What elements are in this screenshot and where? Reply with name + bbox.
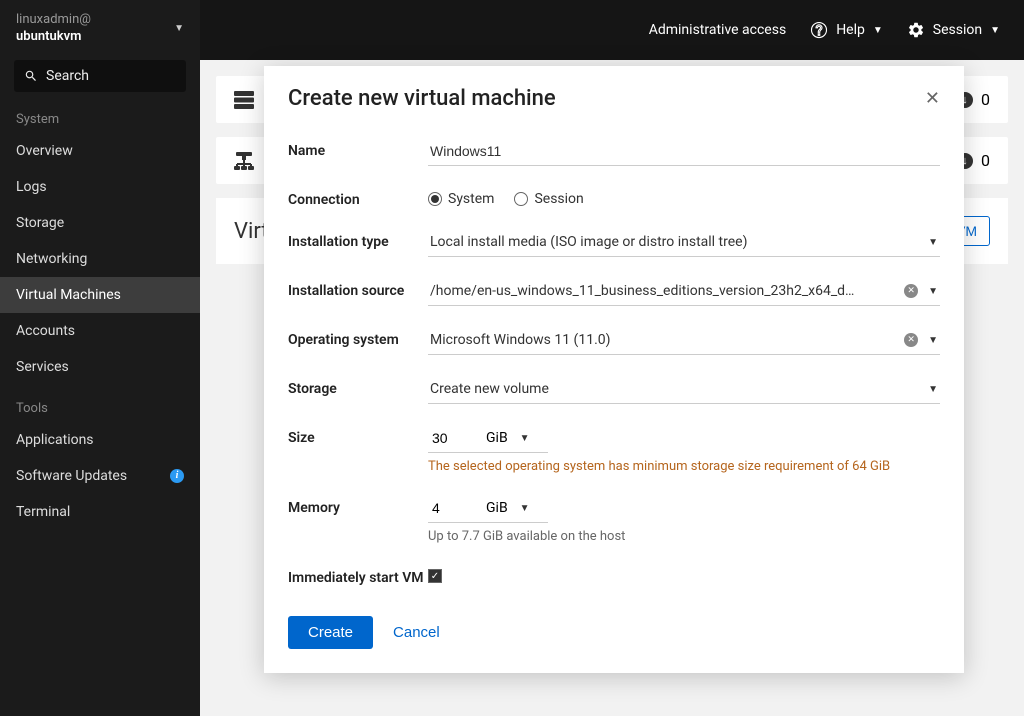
install-source-select[interactable]: /home/en-us_windows_11_business_editions… xyxy=(428,277,940,306)
clear-icon[interactable]: ✕ xyxy=(904,333,918,347)
chevron-down-icon: ▼ xyxy=(873,25,883,36)
install-source-label: Installation source xyxy=(288,277,428,299)
connection-label: Connection xyxy=(288,186,428,208)
create-vm-modal: Create new virtual machine ✕ Name Connec… xyxy=(264,66,964,673)
session-menu[interactable]: Session ▼ xyxy=(907,21,1000,39)
sidebar-item-applications[interactable]: Applications xyxy=(0,422,200,458)
sidebar-item-virtual-machines[interactable]: Virtual Machines xyxy=(0,277,200,313)
chevron-down-icon: ▼ xyxy=(928,335,938,346)
search-icon xyxy=(24,69,38,83)
sidebar-item-storage[interactable]: Storage xyxy=(0,205,200,241)
sidebar-item-overview[interactable]: Overview xyxy=(0,133,200,169)
size-label: Size xyxy=(288,424,428,446)
sidebar-item-accounts[interactable]: Accounts xyxy=(0,313,200,349)
radio-checked-icon xyxy=(428,192,442,206)
memory-hint: Up to 7.7 GiB available on the host xyxy=(428,529,940,544)
connection-session-radio[interactable]: Session xyxy=(514,191,583,207)
search-button[interactable]: Search xyxy=(14,60,186,92)
close-button[interactable]: ✕ xyxy=(925,88,940,109)
os-label: Operating system xyxy=(288,326,428,348)
memory-input[interactable] xyxy=(428,494,478,522)
sidebar-item-networking[interactable]: Networking xyxy=(0,241,200,277)
name-label: Name xyxy=(288,137,428,159)
chevron-down-icon: ▼ xyxy=(520,433,530,444)
install-type-label: Installation type xyxy=(288,228,428,250)
install-type-select[interactable]: Local install media (ISO image or distro… xyxy=(428,228,940,257)
sidebar-item-software-updates[interactable]: Software Updates i xyxy=(0,458,200,494)
network-icon xyxy=(234,152,254,170)
immediate-start-checkbox[interactable]: ✓ xyxy=(428,569,442,583)
section-tools-label: Tools xyxy=(0,395,200,422)
chevron-down-icon: ▼ xyxy=(928,286,938,297)
question-icon xyxy=(810,21,828,39)
size-unit-select[interactable]: GiB ▼ xyxy=(478,424,538,452)
chevron-down-icon: ▼ xyxy=(990,25,1000,36)
connection-system-radio[interactable]: System xyxy=(428,191,494,207)
host-selector[interactable]: linuxadmin@ ubuntukvm ▼ xyxy=(0,0,200,60)
section-system-label: System xyxy=(0,106,200,133)
name-input[interactable] xyxy=(428,137,940,166)
stat-count: 0 xyxy=(981,90,990,109)
modal-title: Create new virtual machine xyxy=(288,86,556,111)
cancel-button[interactable]: Cancel xyxy=(393,624,440,641)
chevron-down-icon: ▼ xyxy=(174,23,184,34)
size-warning: The selected operating system has minimu… xyxy=(428,459,940,474)
admin-access-button[interactable]: Administrative access xyxy=(649,22,786,38)
help-menu[interactable]: Help ▼ xyxy=(810,21,883,39)
stat-count: 0 xyxy=(981,151,990,170)
info-icon: i xyxy=(170,469,184,483)
storage-select[interactable]: Create new volume ▼ xyxy=(428,375,940,404)
sidebar-item-logs[interactable]: Logs xyxy=(0,169,200,205)
size-input[interactable] xyxy=(428,424,478,452)
clear-icon[interactable]: ✕ xyxy=(904,284,918,298)
sidebar-item-terminal[interactable]: Terminal xyxy=(0,494,200,530)
close-icon: ✕ xyxy=(925,88,940,108)
memory-unit-select[interactable]: GiB ▼ xyxy=(478,494,538,522)
server-icon xyxy=(234,91,254,109)
topbar: Administrative access Help ▼ Session ▼ xyxy=(200,0,1024,60)
chevron-down-icon: ▼ xyxy=(928,237,938,248)
chevron-down-icon: ▼ xyxy=(928,384,938,395)
search-label: Search xyxy=(46,68,89,84)
sidebar-item-services[interactable]: Services xyxy=(0,349,200,385)
memory-label: Memory xyxy=(288,494,428,516)
gear-icon xyxy=(907,21,925,39)
storage-label: Storage xyxy=(288,375,428,397)
os-select[interactable]: Microsoft Windows 11 (11.0) ✕ ▼ xyxy=(428,326,940,355)
host-name-label: linuxadmin@ ubuntukvm xyxy=(16,12,91,46)
create-button[interactable]: Create xyxy=(288,616,373,649)
sidebar: linuxadmin@ ubuntukvm ▼ Search System Ov… xyxy=(0,0,200,716)
immediate-label: Immediately start VM xyxy=(288,564,428,586)
chevron-down-icon: ▼ xyxy=(520,503,530,514)
radio-unchecked-icon xyxy=(514,192,528,206)
